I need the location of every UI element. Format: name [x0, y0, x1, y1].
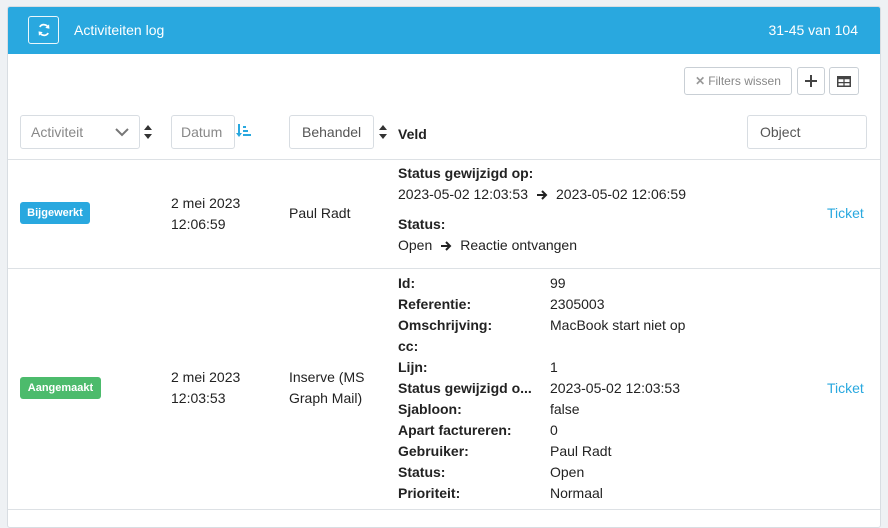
old-value: Open	[398, 237, 433, 253]
object-filter-input[interactable]: Object	[747, 115, 867, 149]
ticket-link[interactable]: Ticket	[827, 205, 864, 221]
activity-filter-placeholder: Activiteit	[31, 124, 84, 140]
field-value: Paul Radt	[550, 443, 612, 459]
field-key: Prioriteit:	[398, 485, 461, 501]
sort-descending-icon[interactable]	[236, 124, 252, 138]
field-key: Sjabloon:	[398, 401, 462, 417]
field-key: Status:	[398, 464, 446, 480]
handler-filter-input[interactable]: Behandel	[289, 115, 374, 149]
field-value: 2023-05-02 12:03:53	[550, 380, 680, 396]
ticket-link[interactable]: Ticket	[827, 380, 864, 396]
add-button[interactable]	[797, 67, 825, 95]
field-value: 99	[550, 275, 566, 291]
field-value: 2305003	[550, 296, 605, 312]
divider	[8, 509, 880, 510]
field-key: Apart factureren:	[398, 422, 512, 438]
sort-icon[interactable]	[144, 125, 152, 139]
handler-line: Inserve (MS	[289, 369, 365, 385]
field-key: Referentie:	[398, 296, 472, 312]
field-value: 0	[550, 422, 558, 438]
columns-button[interactable]	[829, 67, 859, 95]
clear-filters-label: Filters wissen	[708, 74, 781, 88]
date-text: 2 mei 2023	[171, 369, 241, 385]
handler-filter-placeholder: Behandel	[302, 124, 362, 140]
close-icon: ✕	[695, 74, 706, 88]
page-title: Activiteiten log	[74, 22, 165, 38]
date-filter-placeholder: Datum	[181, 124, 223, 140]
field-key: Id:	[398, 275, 416, 291]
chevron-down-icon	[115, 128, 129, 137]
old-value: 2023-05-02 12:03:53	[398, 186, 528, 202]
divider	[8, 159, 880, 160]
panel-header: Activiteiten log 31-45 van 104	[8, 7, 880, 54]
object-filter-placeholder: Object	[760, 124, 801, 140]
field-value: Open	[550, 464, 585, 480]
field-column-header: Veld	[398, 126, 427, 142]
field-key: cc:	[398, 338, 419, 354]
row-handler: Paul Radt	[289, 205, 351, 221]
change-label: Status:	[398, 216, 446, 232]
field-value: false	[550, 401, 580, 417]
row-handler: Inserve (MS Graph Mail)	[289, 367, 364, 409]
date-filter-input[interactable]: Datum	[171, 115, 235, 149]
field-value: Normaal	[550, 485, 603, 501]
arrow-right-icon	[441, 240, 452, 251]
plus-icon	[805, 75, 817, 87]
change-values: 2023-05-02 12:03:53 2023-05-02 12:06:59	[398, 184, 686, 205]
change-values: Open Reactie ontvangen	[398, 235, 577, 256]
field-key: Status gewijzigd o...	[398, 380, 532, 396]
field-value: MacBook start niet op	[550, 317, 686, 333]
pagination-info: 31-45 van 104	[768, 22, 858, 38]
change-label: Status gewijzigd op:	[398, 165, 534, 181]
field-key: Lijn:	[398, 359, 428, 375]
refresh-icon	[38, 23, 49, 37]
handler-line: Graph Mail)	[289, 390, 363, 406]
time-text: 12:03:53	[171, 390, 226, 406]
activity-filter-select[interactable]: Activiteit	[20, 115, 140, 149]
field-value: 1	[550, 359, 558, 375]
refresh-button[interactable]	[28, 16, 59, 44]
table-icon	[837, 75, 851, 87]
row-date: 2 mei 2023 12:03:53	[171, 367, 240, 409]
new-value: Reactie ontvangen	[460, 237, 578, 253]
field-key: Omschrijving:	[398, 317, 493, 333]
divider	[8, 268, 880, 269]
date-text: 2 mei 2023	[171, 195, 241, 211]
new-value: 2023-05-02 12:06:59	[556, 186, 686, 202]
time-text: 12:06:59	[171, 216, 226, 232]
field-key: Gebruiker:	[398, 443, 469, 459]
status-badge: Bijgewerkt	[20, 202, 90, 224]
activity-log-panel: Activiteiten log 31-45 van 104 ✕ Filters…	[7, 6, 881, 528]
arrow-right-icon	[537, 189, 548, 200]
sort-icon[interactable]	[379, 125, 387, 139]
clear-filters-button[interactable]: ✕ Filters wissen	[684, 67, 792, 95]
row-date: 2 mei 2023 12:06:59	[171, 193, 240, 235]
status-badge: Aangemaakt	[20, 377, 101, 399]
